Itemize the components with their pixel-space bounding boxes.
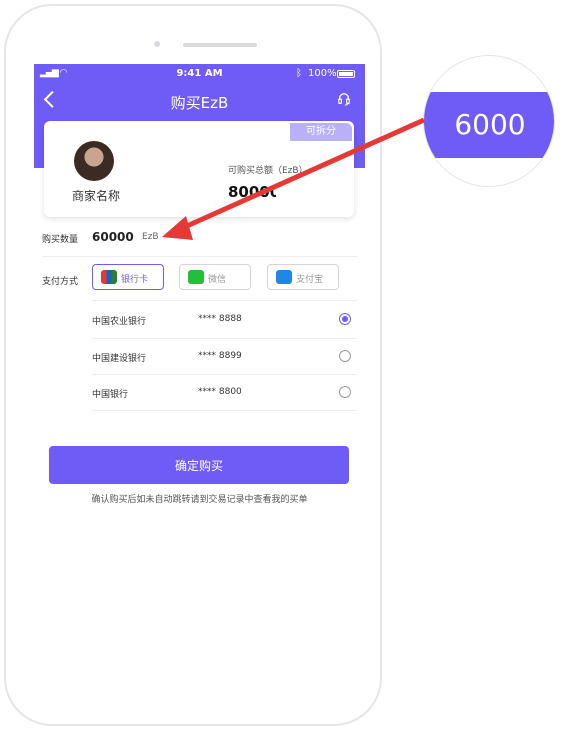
redirect-note: 确认购买后如未自动跳转请到交易记录中查看我的买单 <box>91 495 308 505</box>
bank-radio-selected[interactable] <box>339 313 351 325</box>
pay-method-alipay[interactable]: 支付宝 <box>267 264 339 290</box>
phone-frame: ▂▄▆ ◠ 9:41 AM ᛒ 100% 购买EzB 可拆分 商家名称 可购买总… <box>4 4 382 726</box>
app-screen: ▂▄▆ ◠ 9:41 AM ᛒ 100% 购买EzB 可拆分 商家名称 可购买总… <box>34 64 365 664</box>
divider <box>42 256 357 257</box>
divider <box>92 300 357 301</box>
bank-card-row[interactable]: 中国建设银行 **** 8899 <box>92 339 354 375</box>
purchase-quantity-unit: EzB <box>142 232 159 242</box>
bank-radio[interactable] <box>339 350 351 362</box>
customer-service-icon[interactable] <box>337 92 351 106</box>
pay-method-label: 银行卡 <box>121 275 149 285</box>
total-available-label: 可购买总额（EzB） <box>228 166 308 176</box>
alipay-icon <box>276 270 292 284</box>
merchant-avatar <box>74 141 114 181</box>
zoom-callout-value: 6000 <box>454 108 526 141</box>
zoom-callout: 6000 <box>423 55 555 187</box>
pay-method-bank-card[interactable]: 银行卡 <box>92 264 164 290</box>
bank-card-number: **** 8888 <box>198 314 242 324</box>
merchant-name: 商家名称 <box>72 189 121 203</box>
pay-method-label: 支付宝 <box>296 275 324 285</box>
bluetooth-icon: ᛒ <box>296 68 302 79</box>
confirm-purchase-button[interactable]: 确定购买 <box>49 446 349 484</box>
unionpay-icon <box>101 270 117 284</box>
nav-bar: 购买EzB <box>34 90 365 114</box>
page-title: 购买EzB <box>170 94 229 112</box>
pay-method-wechat[interactable]: 微信 <box>179 264 251 290</box>
payment-method-label: 支付方式 <box>42 277 79 287</box>
bank-card-number: **** 8899 <box>198 351 242 361</box>
bank-card-row[interactable]: 中国农业银行 **** 8888 <box>92 302 354 338</box>
speaker-grille <box>183 43 257 47</box>
status-bar: ▂▄▆ ◠ 9:41 AM ᛒ 100% <box>34 68 365 82</box>
bank-card-number: **** 8800 <box>198 387 242 397</box>
merchant-card: 可拆分 商家名称 可购买总额（EzB） 80000 <box>44 121 354 217</box>
divider <box>92 410 357 411</box>
bank-name: 中国建设银行 <box>92 354 147 364</box>
purchase-quantity-row[interactable]: 购买数量 60000 EzB <box>42 230 362 250</box>
purchase-quantity-label: 购买数量 <box>42 235 79 245</box>
pay-method-label: 微信 <box>208 275 227 285</box>
battery-percent: 100% <box>308 68 337 79</box>
bank-card-row[interactable]: 中国银行 **** 8800 <box>92 375 354 411</box>
wechat-icon <box>188 270 204 284</box>
bank-radio[interactable] <box>339 386 351 398</box>
bank-name: 中国农业银行 <box>92 317 147 327</box>
bank-name: 中国银行 <box>92 390 129 400</box>
total-available-value: 80000 <box>228 183 276 201</box>
purchase-quantity-value[interactable]: 60000 <box>92 230 134 244</box>
splittable-badge: 可拆分 <box>290 123 352 141</box>
camera-dot <box>154 41 160 47</box>
battery-icon <box>337 70 355 78</box>
